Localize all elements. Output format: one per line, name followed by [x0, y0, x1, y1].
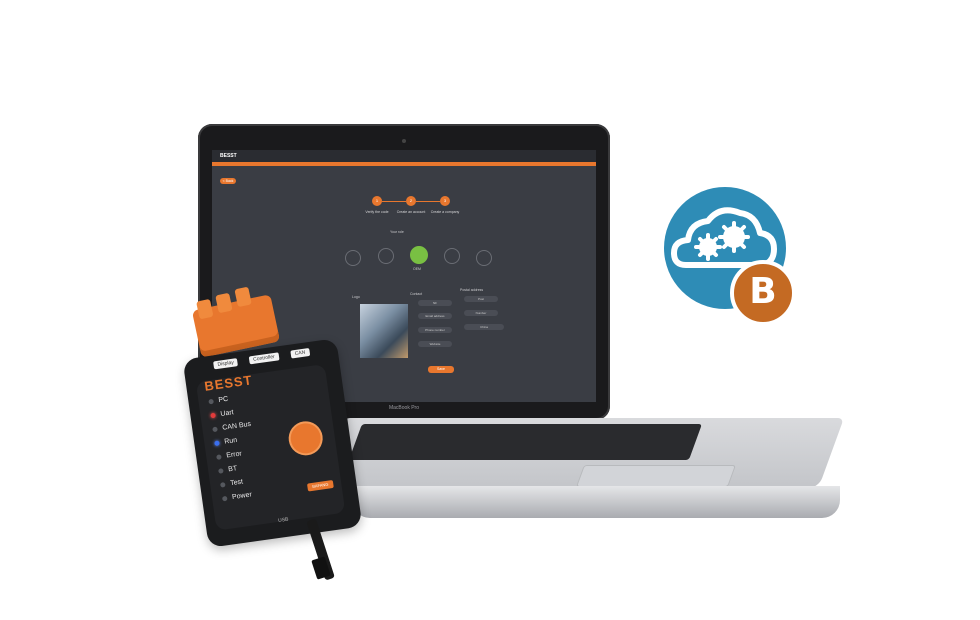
device-tab: Display	[213, 358, 239, 370]
webcam-icon	[402, 139, 406, 143]
device-brand-badge: BAFANG	[306, 479, 334, 492]
role-option[interactable]	[444, 248, 460, 264]
led-indicator	[212, 426, 218, 433]
led-indicator	[221, 495, 228, 502]
led-indicator	[220, 481, 226, 488]
led-bt: BT	[218, 465, 238, 475]
role-option[interactable]	[378, 248, 394, 264]
led-label: Uart	[220, 409, 235, 418]
roles-heading: Your role	[390, 230, 404, 234]
device-panel: BESST PC Uart CAN Bus Run Error BT Test …	[195, 363, 346, 531]
save-button[interactable]: Save	[428, 366, 454, 373]
led-indicator	[210, 412, 216, 419]
device-brand: BESST	[203, 372, 254, 394]
led-indicator	[216, 454, 222, 460]
besst-device: Display Controller CAN BESST PC Uart CAN…	[182, 338, 363, 548]
step-3: 3	[440, 196, 450, 206]
contact-label: Contact	[410, 292, 423, 296]
led-canbus: CAN Bus	[212, 421, 251, 433]
led-uart: Uart	[210, 409, 234, 419]
laptop-trackpad	[575, 465, 737, 487]
app-title: BESST	[220, 153, 237, 159]
step-2: 2	[406, 196, 416, 206]
device-button[interactable]	[288, 421, 323, 456]
laptop-keyboard	[348, 424, 702, 460]
led-indicator	[208, 398, 214, 405]
laptop-base-front	[352, 486, 840, 518]
step-1: 1	[372, 196, 382, 206]
form-field[interactable]: Phone number	[418, 327, 452, 333]
postal-label: Postal address	[460, 288, 484, 292]
step-connector	[382, 201, 406, 202]
led-indicator	[214, 440, 220, 447]
led-run: Run	[214, 437, 238, 447]
role-option[interactable]	[345, 250, 361, 266]
form-field[interactable]: NF	[418, 300, 452, 306]
led-test: Test	[220, 478, 244, 489]
led-label: Error	[225, 450, 243, 460]
led-error: Error	[216, 450, 242, 460]
form-field[interactable]: Post	[464, 296, 498, 302]
b-badge: B	[730, 260, 796, 326]
form-field[interactable]: Website	[418, 341, 452, 347]
led-label: Run	[223, 436, 238, 446]
logo-image[interactable]	[360, 304, 408, 358]
step-3-label: Create a company	[430, 210, 460, 214]
selected-role-label: OEM	[413, 267, 421, 271]
logo-label: Logo	[352, 295, 360, 299]
led-label: Test	[229, 478, 244, 488]
led-indicator	[218, 468, 224, 474]
app-accent-bar	[212, 162, 596, 166]
role-option[interactable]	[476, 250, 492, 266]
role-option-selected[interactable]	[410, 246, 428, 264]
led-label: PC	[218, 395, 229, 405]
led-label: CAN Bus	[221, 420, 252, 432]
led-pc: PC	[208, 396, 229, 406]
back-button[interactable]: < Back	[220, 178, 236, 184]
device-tab: CAN	[290, 348, 310, 359]
form-field[interactable]: Number	[464, 310, 498, 316]
step-connector	[416, 201, 440, 202]
country-select[interactable]: China	[464, 324, 504, 330]
led-label: BT	[227, 465, 238, 474]
app-titlebar: BESST	[212, 150, 596, 162]
led-power: Power	[221, 491, 253, 502]
led-label: Power	[231, 491, 253, 502]
form-field[interactable]: Email address	[418, 313, 452, 319]
device-tab: Controller	[248, 352, 280, 365]
